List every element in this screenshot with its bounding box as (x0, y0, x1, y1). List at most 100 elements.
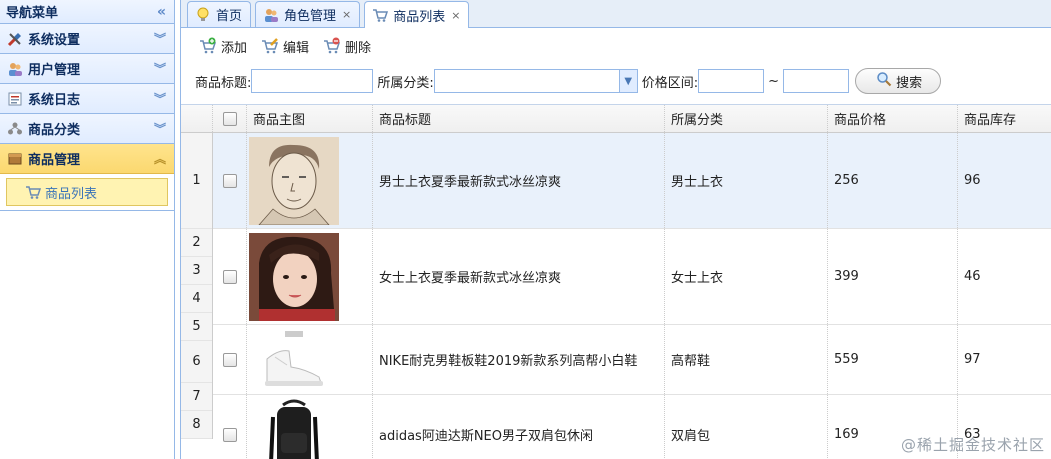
sidebar-section-system-log[interactable]: 系统日志 ︾ (0, 84, 174, 114)
sidebar-item-product-list[interactable]: 商品列表 (6, 178, 168, 206)
users-icon (6, 60, 24, 78)
title-filter-label: 商品标题: (195, 75, 252, 91)
table-row[interactable]: NIKE耐克男鞋板鞋2019新款系列高帮小白鞋 高帮鞋 559 97 (213, 325, 1051, 395)
chevron-down-double-icon[interactable]: ︾ (154, 63, 166, 75)
sidebar-header: 导航菜单 « (0, 0, 174, 24)
tab-label: 商品列表 (393, 9, 446, 25)
column-header-price[interactable]: 商品价格 (828, 105, 958, 132)
category-filter-select[interactable]: ▼ (433, 69, 638, 93)
row-number: 8 (181, 411, 212, 439)
cart-icon (371, 6, 389, 24)
product-category-cell: 女士上衣 (665, 229, 828, 324)
cart-delete-icon (323, 37, 341, 55)
row-number-header (181, 105, 213, 132)
chevron-up-double-icon[interactable]: ︽ (154, 153, 166, 165)
select-all-checkbox[interactable] (222, 111, 237, 126)
cart-add-icon (199, 37, 217, 55)
chevron-down-double-icon[interactable]: ︾ (154, 33, 166, 45)
sidebar-section-user-management[interactable]: 用户管理 ︾ (0, 54, 174, 84)
row-checkbox[interactable] (222, 427, 237, 442)
search-button[interactable]: 搜索 (855, 68, 942, 94)
row-number: 2 (181, 229, 212, 257)
category-filter-label: 所属分类: (377, 75, 434, 91)
edit-button[interactable]: 编辑 (261, 37, 309, 56)
product-price-cell: 399 (828, 229, 958, 324)
product-price-cell: 256 (828, 133, 958, 228)
nav-sidebar: 导航菜单 « 系统设置 ︾ 用户管理 ︾ 系统日志 ︾ 商品分类 ︾ 商品管理 (0, 0, 175, 459)
tab-bar: 首页 角色管理 × 商品列表 × (181, 0, 1051, 28)
product-title-cell: 女士上衣夏季最新款式冰丝凉爽 (373, 229, 665, 324)
sidebar-section-label: 商品分类 (28, 123, 81, 138)
edit-label: 编辑 (283, 40, 310, 56)
product-title-cell: NIKE耐克男鞋板鞋2019新款系列高帮小白鞋 (373, 325, 665, 394)
product-stock-cell: 96 (958, 133, 1051, 228)
row-checkbox[interactable] (222, 352, 237, 367)
black-backpack-photo (249, 396, 339, 459)
column-header-image[interactable]: 商品主图 (247, 105, 373, 132)
log-icon (6, 90, 24, 108)
price-max-input[interactable] (783, 69, 850, 93)
price-min-input[interactable] (698, 69, 765, 93)
chevron-down-double-icon[interactable]: ︾ (154, 123, 166, 135)
woman-portrait-photo (249, 232, 339, 321)
sidebar-section-label: 用户管理 (28, 63, 81, 78)
product-category-cell: 男士上衣 (665, 133, 828, 228)
double-chevron-left-icon[interactable]: « (157, 4, 166, 20)
search-icon (876, 71, 892, 91)
close-icon[interactable]: × (451, 9, 460, 22)
row-checkbox[interactable] (222, 173, 237, 188)
range-separator: ~ (768, 73, 780, 89)
man-portrait-sketch (249, 136, 339, 225)
close-icon[interactable]: × (342, 8, 351, 21)
white-sneaker-photo (249, 326, 339, 393)
sidebar-subpanel: 商品列表 (0, 174, 174, 211)
watermark: @稀土掘金技术社区 (900, 436, 1045, 454)
sidebar-section-label: 系统日志 (28, 93, 81, 108)
add-button[interactable]: 添加 (199, 37, 247, 56)
grid-body: 男士上衣夏季最新款式冰丝凉爽 男士上衣 256 96 女士上衣夏季最新款式冰丝凉… (213, 133, 1051, 459)
sidebar-title: 导航菜单 (6, 6, 59, 21)
table-row[interactable]: 女士上衣夏季最新款式冰丝凉爽 女士上衣 399 46 (213, 229, 1051, 325)
sidebar-section-system-settings[interactable]: 系统设置 ︾ (0, 24, 174, 54)
row-number: 3 (181, 257, 212, 285)
product-stock-cell: 97 (958, 325, 1051, 394)
tab-product-list[interactable]: 商品列表 × (364, 1, 470, 28)
column-header-title[interactable]: 商品标题 (373, 105, 665, 132)
price-range-label: 价格区间: (641, 75, 699, 91)
row-number: 7 (181, 383, 212, 411)
column-header-category[interactable]: 所属分类 (665, 105, 828, 132)
product-price-cell: 559 (828, 325, 958, 394)
product-image-cell (247, 133, 373, 228)
search-bar: 商品标题: 所属分类: ▼ 价格区间: ~ 搜索 (181, 64, 1051, 98)
main-panel: 首页 角色管理 × 商品列表 × 添加 编辑 删除 商品标题: 所属分类: ▼ … (180, 0, 1051, 459)
sidebar-section-label: 系统设置 (28, 33, 81, 48)
table-row[interactable]: 男士上衣夏季最新款式冰丝凉爽 男士上衣 256 96 (213, 133, 1051, 229)
title-filter-input[interactable] (251, 69, 374, 93)
chevron-down-double-icon[interactable]: ︾ (154, 93, 166, 105)
chevron-down-icon[interactable]: ▼ (618, 70, 637, 92)
row-number: 4 (181, 285, 212, 313)
product-image-cell (247, 395, 373, 459)
product-image-cell (247, 229, 373, 324)
product-title-cell: 男士上衣夏季最新款式冰丝凉爽 (373, 133, 665, 228)
sidebar-section-product-category[interactable]: 商品分类 ︾ (0, 114, 174, 144)
tab-role-management[interactable]: 角色管理 × (255, 1, 361, 27)
row-select-cell (213, 395, 247, 459)
row-number-column: 1 2 3 4 5 6 7 8 (181, 133, 213, 439)
row-number: 6 (181, 341, 212, 383)
select-all-cell (213, 105, 247, 132)
sidebar-section-label: 商品管理 (28, 153, 81, 168)
cart-edit-icon (261, 37, 279, 55)
grid-header: 商品主图 商品标题 所属分类 商品价格 商品库存 (181, 105, 1051, 133)
column-header-stock[interactable]: 商品库存 (958, 105, 1051, 132)
row-select-cell (213, 325, 247, 394)
delete-button[interactable]: 删除 (323, 37, 371, 56)
tab-label: 角色管理 (284, 9, 337, 24)
tab-home[interactable]: 首页 (187, 1, 252, 27)
row-number: 5 (181, 313, 212, 341)
bulb-icon (194, 6, 212, 24)
product-stock-cell: 46 (958, 229, 1051, 324)
sidebar-item-label: 商品列表 (45, 186, 98, 202)
sidebar-section-product-management[interactable]: 商品管理 ︽ (0, 144, 174, 174)
row-checkbox[interactable] (222, 269, 237, 284)
